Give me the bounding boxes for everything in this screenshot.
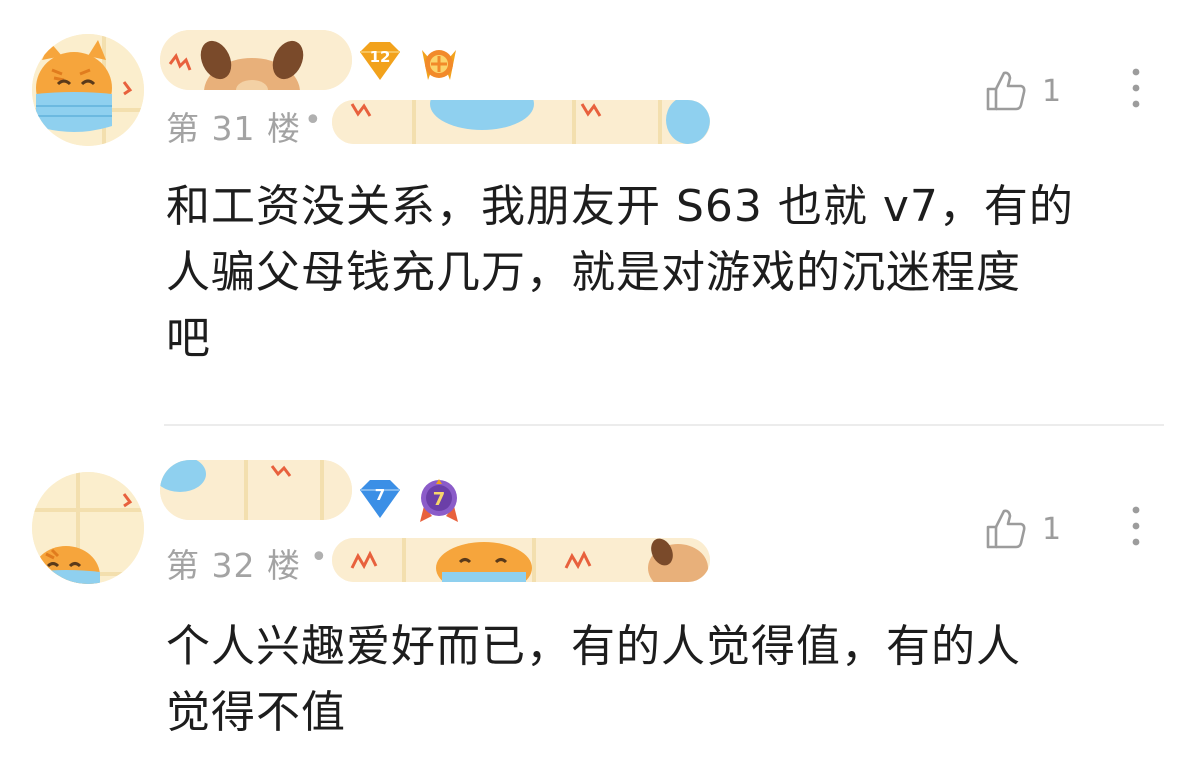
medal-icon [414,38,464,88]
like-button[interactable]: 1 [984,504,1070,554]
meta-separator: • [304,103,322,138]
avatar[interactable] [32,34,144,146]
comment-text-line: 和工资没关系，我朋友开 S63 也就 v7，有的 [166,181,1074,232]
like-count: 1 [1042,511,1062,547]
username-pendant[interactable] [160,30,352,90]
more-vertical-icon [1132,68,1140,108]
comment-text-line: 吧 [166,313,211,364]
comment-item: 12 第 31 楼 • 1 和工资没关系，我朋友开 S63 也就 v7，有的 人… [0,0,1200,425]
meta-separator: • [310,540,328,575]
medal-number: 7 [433,489,446,510]
floor-number: 第 31 楼 [166,109,301,148]
decoration-pendant [332,538,710,582]
comment-text-line: 人骗父母钱充几万，就是对游戏的沉迷程度 [166,247,1021,298]
comment-text: 个人兴趣爱好而已，有的人觉得值，有的人 觉得不值 [166,614,1156,746]
comment-text-line: 觉得不值 [166,687,346,738]
avatar[interactable] [32,472,144,584]
like-count: 1 [1042,73,1062,109]
level-number: 12 [370,48,391,66]
thumbs-up-icon [986,509,1026,549]
floor-number: 第 32 楼 [166,546,301,585]
more-options-button[interactable] [1116,64,1156,114]
comment-text-line: 个人兴趣爱好而已，有的人觉得值，有的人 [166,621,1021,672]
like-button[interactable]: 1 [984,66,1070,116]
level-badge: 7 [354,476,406,522]
username-pendant[interactable] [160,460,352,520]
medal-icon: 7 [414,476,464,526]
level-number: 7 [375,486,385,504]
comment-text: 和工资没关系，我朋友开 S63 也就 v7，有的 人骗父母钱充几万，就是对游戏的… [166,174,1156,372]
level-badge: 12 [354,38,406,84]
decoration-pendant [332,100,710,144]
more-options-button[interactable] [1116,502,1156,552]
more-vertical-icon [1132,506,1140,546]
comment-item: 7 7 第 32 楼 • 1 个人兴趣爱好而已，有的人觉得值，有的人 觉得不值 [0,428,1200,780]
thumbs-up-icon [986,71,1026,111]
